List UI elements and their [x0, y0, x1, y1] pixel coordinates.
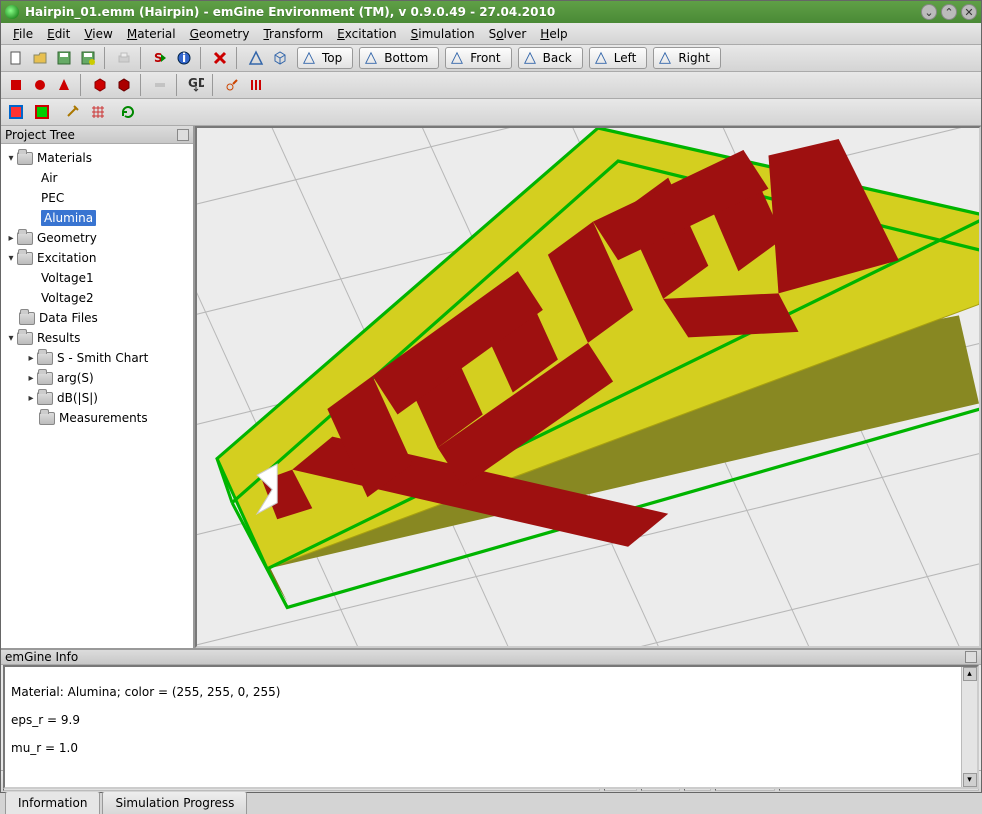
- toolbar-view-options: [1, 99, 981, 126]
- new-file-button[interactable]: [5, 47, 27, 69]
- tab-simulation-progress[interactable]: Simulation Progress: [102, 791, 247, 814]
- project-tree-header: Project Tree: [1, 126, 193, 144]
- tree-air[interactable]: Air: [41, 171, 57, 185]
- tree-excitation[interactable]: Excitation: [37, 251, 96, 265]
- delete-button[interactable]: [209, 47, 231, 69]
- save-as-button[interactable]: [77, 47, 99, 69]
- tree-dbs[interactable]: dB(|S|): [57, 391, 98, 405]
- tree-voltage2[interactable]: Voltage2: [41, 291, 94, 305]
- project-tree-panel: Project Tree ▾Materials Air PEC Alumina …: [1, 126, 195, 648]
- port-button[interactable]: [149, 74, 171, 96]
- save-button[interactable]: [53, 47, 75, 69]
- menu-edit[interactable]: Edit: [41, 25, 76, 43]
- tree-geometry[interactable]: Geometry: [37, 231, 97, 245]
- cube-outline-button[interactable]: [269, 47, 291, 69]
- shape-cube-outline-button[interactable]: [89, 74, 111, 96]
- field-monitor-button[interactable]: [245, 74, 267, 96]
- run-solver-button[interactable]: S: [149, 47, 171, 69]
- view-top-button[interactable]: Top: [297, 47, 353, 69]
- tree-meas[interactable]: Measurements: [59, 411, 148, 425]
- menu-material[interactable]: Material: [121, 25, 182, 43]
- shape-cone-button[interactable]: [53, 74, 75, 96]
- tree-pec[interactable]: PEC: [41, 191, 64, 205]
- window-title: Hairpin_01.emm (Hairpin) - emGine Enviro…: [25, 5, 917, 19]
- mesh-button[interactable]: [87, 101, 109, 123]
- view-front-button[interactable]: Front: [445, 47, 511, 69]
- menu-solver[interactable]: Solver: [483, 25, 533, 43]
- minimize-button[interactable]: ⌄: [921, 4, 937, 20]
- tree-datafiles[interactable]: Data Files: [39, 311, 98, 325]
- open-file-button[interactable]: [29, 47, 51, 69]
- 3d-viewport[interactable]: [195, 126, 981, 648]
- tree-args[interactable]: arg(S): [57, 371, 94, 385]
- menu-help[interactable]: Help: [534, 25, 573, 43]
- tab-information[interactable]: Information: [5, 791, 100, 814]
- info-title: emGine Info: [5, 650, 78, 664]
- menu-geometry[interactable]: Geometry: [184, 25, 256, 43]
- toolbar-main: S i Top Bottom Front Back Left Right: [1, 45, 981, 72]
- view-bottom-button[interactable]: Bottom: [359, 47, 439, 69]
- print-button[interactable]: [113, 47, 135, 69]
- axis-button[interactable]: [245, 47, 267, 69]
- shape-box-button[interactable]: [5, 74, 27, 96]
- refresh-button[interactable]: [117, 101, 139, 123]
- close-button[interactable]: ✕: [961, 4, 977, 20]
- tree-results[interactable]: Results: [37, 331, 80, 345]
- view-back-button[interactable]: Back: [518, 47, 583, 69]
- info-pin-icon[interactable]: [965, 651, 977, 663]
- tree-smith[interactable]: S - Smith Chart: [57, 351, 148, 365]
- maximize-button[interactable]: ⌃: [941, 4, 957, 20]
- info-panel: emGine Info Material: Alumina; color = (…: [1, 650, 981, 770]
- view-left-button[interactable]: Left: [589, 47, 648, 69]
- info-line-2: eps_r = 9.9: [11, 713, 971, 727]
- shape-cube-solid-button[interactable]: [113, 74, 135, 96]
- tree-alumina[interactable]: Alumina: [41, 210, 96, 226]
- menu-file[interactable]: File: [7, 25, 39, 43]
- app-icon: [5, 5, 19, 19]
- info-header: emGine Info: [1, 650, 981, 665]
- menu-view[interactable]: View: [78, 25, 118, 43]
- pin-icon[interactable]: [177, 129, 189, 141]
- titlebar: Hairpin_01.emm (Hairpin) - emGine Enviro…: [1, 1, 981, 23]
- probe-button[interactable]: [221, 74, 243, 96]
- render-wire-button[interactable]: [5, 101, 27, 123]
- menu-simulation[interactable]: Simulation: [405, 25, 481, 43]
- project-tree[interactable]: ▾Materials Air PEC Alumina ▸Geometry ▾Ex…: [1, 144, 193, 648]
- settings-button[interactable]: [61, 101, 83, 123]
- tree-voltage1[interactable]: Voltage1: [41, 271, 94, 285]
- info-line-3: mu_r = 1.0: [11, 741, 971, 755]
- svg-text:i: i: [182, 51, 186, 65]
- view-right-button[interactable]: Right: [653, 47, 721, 69]
- render-solid-button[interactable]: [31, 101, 53, 123]
- shape-sphere-button[interactable]: [29, 74, 51, 96]
- menu-excitation[interactable]: Excitation: [331, 25, 402, 43]
- info-line-1: Material: Alumina; color = (255, 255, 0,…: [11, 685, 971, 699]
- project-tree-title: Project Tree: [5, 128, 75, 142]
- menu-transform[interactable]: Transform: [257, 25, 329, 43]
- info-text-area: Material: Alumina; color = (255, 255, 0,…: [3, 665, 979, 789]
- toolbar-shapes: GDS: [1, 72, 981, 99]
- info-button[interactable]: i: [173, 47, 195, 69]
- menubar: File Edit View Material Geometry Transfo…: [1, 23, 981, 45]
- tree-materials[interactable]: Materials: [37, 151, 92, 165]
- info-scrollbar[interactable]: ▴▾: [961, 667, 977, 787]
- gds-import-button[interactable]: GDS: [185, 74, 207, 96]
